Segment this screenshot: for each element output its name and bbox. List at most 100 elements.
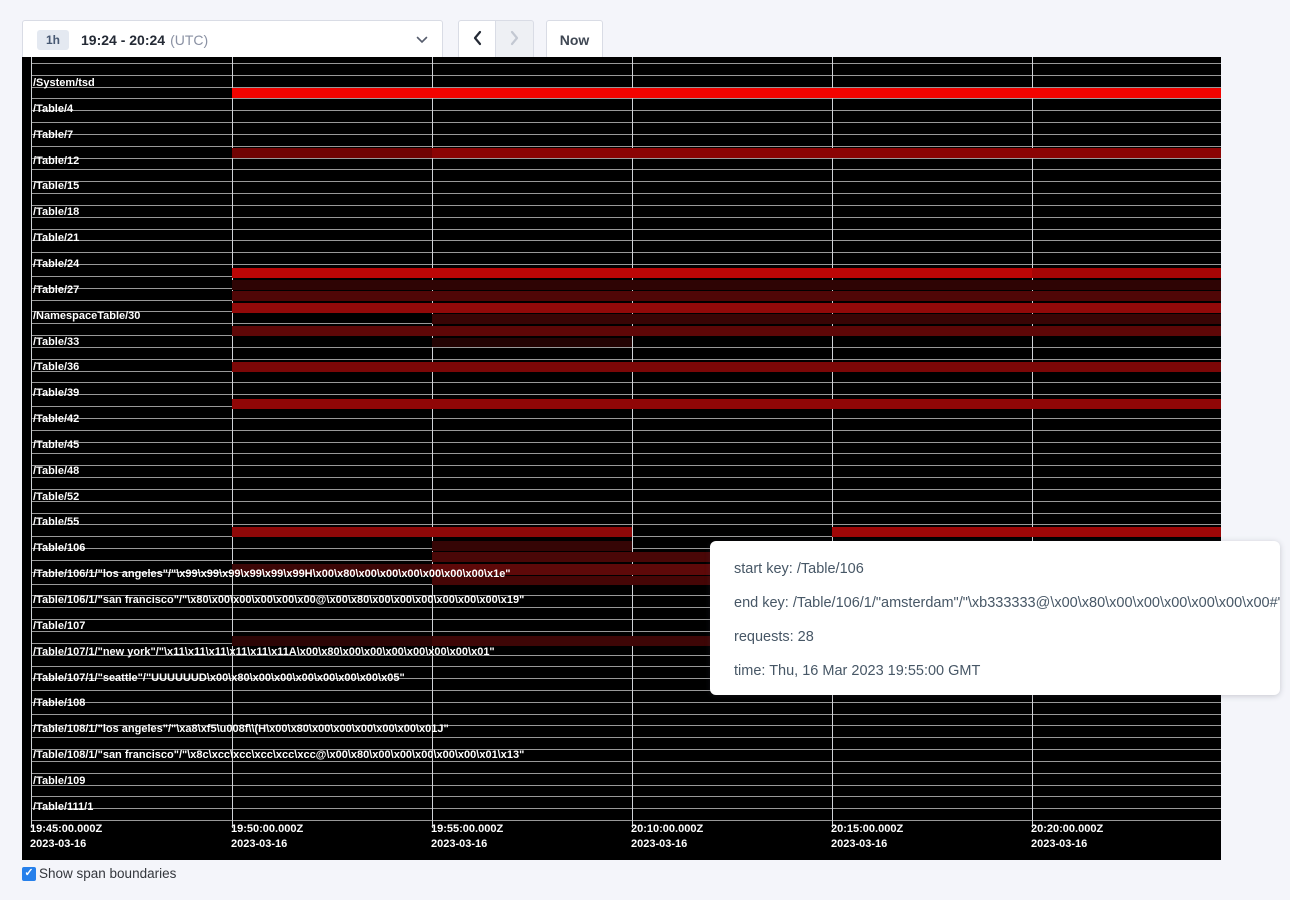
tick-time: 20:20:00.000Z [1031, 822, 1103, 837]
chevron-down-icon [416, 36, 428, 44]
x-axis-tick-label: 19:45:00.000Z2023-03-16 [30, 822, 102, 852]
key-span-label: /Table/33 [33, 335, 79, 349]
span-boundary-line [31, 217, 1221, 218]
span-boundary-line [31, 181, 1221, 182]
heat-band [232, 268, 1032, 278]
tick-date: 2023-03-16 [1031, 837, 1103, 852]
range-timezone: (UTC) [170, 32, 208, 48]
tooltip-end-key: end key: /Table/106/1/"amsterdam"/"\xb33… [734, 586, 1256, 620]
show-span-boundaries-row: ✓ Show span boundaries [22, 866, 176, 881]
span-boundary-line [31, 477, 1221, 478]
chevron-left-icon [472, 30, 482, 49]
span-boundary-line [31, 264, 1221, 265]
span-boundary-line [31, 501, 1221, 502]
next-range-button[interactable] [496, 20, 534, 59]
span-boundary-line [31, 229, 1221, 230]
key-span-label: /NamespaceTable/30 [33, 309, 140, 323]
span-boundary-line [31, 489, 1221, 490]
time-toolbar: 1h 19:24 - 20:24 (UTC) Now [22, 20, 603, 59]
time-bucket-gridline [832, 57, 833, 828]
key-span-label: /Table/42 [33, 412, 79, 426]
x-axis-tick-label: 20:20:00.000Z2023-03-16 [1031, 822, 1103, 852]
span-boundary-line [31, 158, 1221, 159]
show-span-boundaries-checkbox[interactable]: ✓ [22, 867, 36, 881]
tooltip-time: time: Thu, 16 Mar 2023 19:55:00 GMT [734, 654, 1256, 688]
span-boundary-line [31, 382, 1221, 383]
span-boundary-line [31, 442, 1221, 443]
key-span-label: /Table/106/1/"san francisco"/"\x80\x00\x… [33, 593, 524, 607]
heat-band [432, 552, 710, 562]
heat-band [232, 362, 1221, 372]
span-boundary-line [31, 820, 1221, 821]
heat-band [232, 291, 1221, 301]
heat-band [232, 303, 1221, 313]
span-boundary-line [31, 796, 1221, 797]
tick-date: 2023-03-16 [30, 837, 102, 852]
key-span-label: /Table/106 [33, 541, 85, 555]
tooltip-start-key: start key: /Table/106 [734, 552, 1256, 586]
key-span-label: /Table/45 [33, 438, 79, 452]
span-boundary-line [31, 785, 1221, 786]
tick-date: 2023-03-16 [231, 837, 303, 852]
heat-band [1032, 268, 1221, 278]
heat-band [432, 148, 1221, 158]
key-span-label: /Table/107/1/"seattle"/"UUUUUUD\x00\x80\… [33, 671, 405, 685]
prev-range-button[interactable] [458, 20, 496, 59]
chevron-right-icon [510, 30, 520, 49]
key-span-label: /Table/27 [33, 283, 79, 297]
tick-time: 19:55:00.000Z [431, 822, 503, 837]
now-button[interactable]: Now [546, 20, 603, 59]
time-range-selector[interactable]: 1h 19:24 - 20:24 (UTC) [22, 20, 443, 59]
span-boundary-line [31, 737, 1221, 738]
key-span-label: /Table/24 [33, 257, 79, 271]
time-bucket-gridline [1032, 57, 1033, 828]
tooltip-requests: requests: 28 [734, 620, 1256, 654]
key-span-label: /Table/12 [33, 154, 79, 168]
x-axis-tick-label: 19:50:00.000Z2023-03-16 [231, 822, 303, 852]
key-span-label: /Table/39 [33, 386, 79, 400]
range-duration-badge: 1h [37, 30, 69, 50]
hover-tooltip: start key: /Table/106 end key: /Table/10… [710, 541, 1280, 695]
span-boundary-line [31, 122, 1221, 123]
heat-band [832, 527, 1221, 537]
key-span-label: /Table/107 [33, 619, 85, 633]
key-visualizer-canvas[interactable]: /System/tsd/Table/4/Table/7/Table/12/Tab… [22, 57, 1221, 860]
span-boundary-line [31, 110, 1221, 111]
key-span-label: /Table/36 [33, 360, 79, 374]
heat-band [232, 88, 1221, 98]
heat-band [232, 326, 1221, 336]
span-boundary-line [31, 465, 1221, 466]
span-boundary-line [31, 347, 1221, 348]
span-boundary-line [31, 714, 1221, 715]
span-boundary-line [31, 240, 1221, 241]
span-boundary-line [31, 513, 1221, 514]
range-nav-group [458, 20, 534, 59]
key-span-label: /Table/106/1/"los angeles"/"\x99\x99\x99… [33, 567, 511, 581]
span-boundary-line [31, 394, 1221, 395]
x-axis-tick-label: 20:10:00.000Z2023-03-16 [631, 822, 703, 852]
key-span-label: /Table/108/1/"san francisco"/"\x8c\xcc\x… [33, 748, 524, 762]
time-bucket-gridline [31, 57, 32, 828]
tick-time: 20:10:00.000Z [631, 822, 703, 837]
span-boundary-line [31, 169, 1221, 170]
span-boundary-line [31, 75, 1221, 76]
key-span-label: /Table/108/1/"los angeles"/"\xa8\xf5\u00… [33, 722, 449, 736]
time-bucket-gridline [632, 57, 633, 828]
tick-date: 2023-03-16 [831, 837, 903, 852]
key-span-label: /System/tsd [33, 76, 95, 90]
span-boundary-line [31, 359, 1221, 360]
span-boundary-line [31, 205, 1221, 206]
key-span-label: /Table/107/1/"new york"/"\x11\x11\x11\x1… [33, 645, 495, 659]
span-boundary-line [31, 430, 1221, 431]
span-boundary-line [31, 773, 1221, 774]
heat-band [432, 314, 1221, 324]
range-text: 19:24 - 20:24 [81, 32, 165, 48]
key-span-label: /Table/108 [33, 696, 85, 710]
key-span-label: /Table/48 [33, 464, 79, 478]
heat-band [232, 280, 1221, 290]
span-boundary-line [31, 193, 1221, 194]
span-boundary-line [31, 98, 1221, 99]
tick-time: 19:45:00.000Z [30, 822, 102, 837]
span-boundary-line [31, 524, 1221, 525]
time-bucket-gridline [232, 57, 233, 828]
